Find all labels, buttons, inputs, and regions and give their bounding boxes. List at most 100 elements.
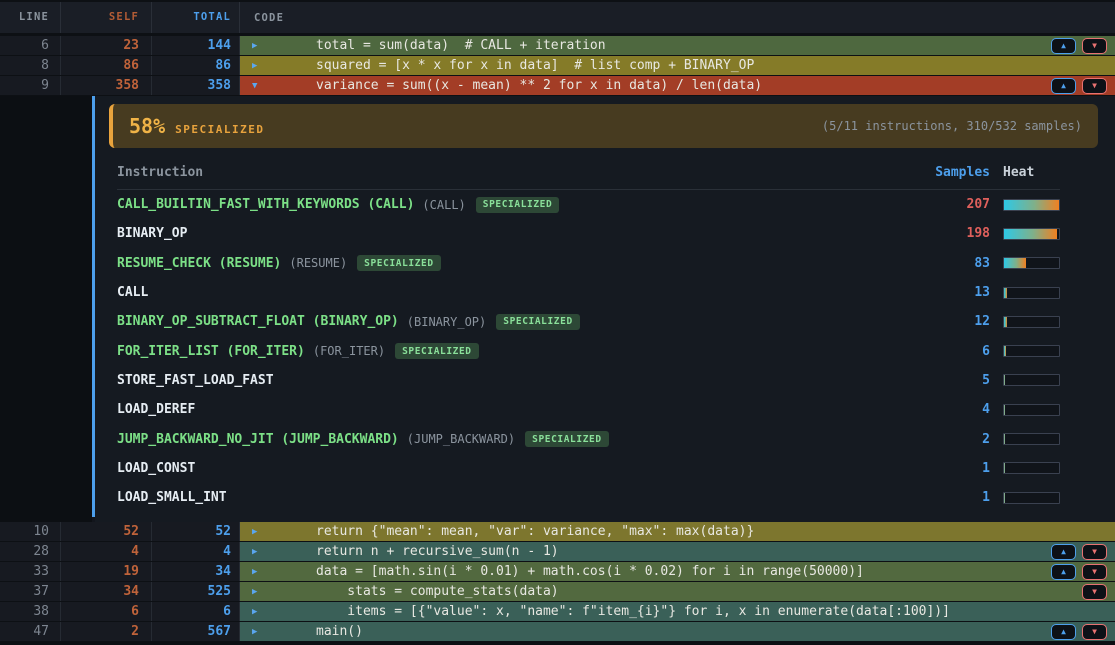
code-text: total = sum(data) # CALL + iteration [316, 38, 606, 53]
heat-bar [1003, 404, 1060, 416]
instruction-name-text: BINARY_OP_SUBTRACT_FLOAT (BINARY_OP) [117, 314, 399, 329]
instruction-name: STORE_FAST_LOAD_FAST [117, 373, 910, 388]
instruction-row[interactable]: FOR_ITER_LIST (FOR_ITER) (FOR_ITER) SPEC… [117, 336, 1060, 365]
samples-count: 207 [910, 197, 990, 212]
instruction-table: Instruction Samples Heat CALL_BUILTIN_FA… [109, 156, 1098, 512]
instruction-row[interactable]: JUMP_BACKWARD_NO_JIT (JUMP_BACKWARD) (JU… [117, 424, 1060, 453]
instruction-name: JUMP_BACKWARD_NO_JIT (JUMP_BACKWARD) (JU… [117, 431, 910, 447]
nav-up-button[interactable]: ▲ [1051, 624, 1076, 640]
specialized-badge: SPECIALIZED [357, 255, 441, 271]
instruction-row[interactable]: BINARY_OP_SUBTRACT_FLOAT (BINARY_OP) (BI… [117, 307, 1060, 336]
code-cell[interactable]: ▶ data = [math.sin(i * 0.01) + math.cos(… [240, 562, 1115, 581]
panel-content: 58% SPECIALIZED (5/11 instructions, 310/… [95, 96, 1115, 522]
specialization-detail: (5/11 instructions, 310/532 samples) [822, 119, 1082, 133]
line-number: 37 [0, 582, 61, 601]
line-column-header: LINE [0, 2, 61, 33]
code-cell[interactable]: ▶ squared = [x * x for x in data] # list… [240, 56, 1115, 75]
code-cell[interactable]: ▶ stats = compute_stats(data) ▼ [240, 582, 1115, 601]
samples-count: 2 [910, 432, 990, 447]
heat-bar [1003, 287, 1060, 299]
code-column-header: CODE [240, 12, 1115, 24]
expander-icon[interactable]: ▶ [252, 607, 266, 617]
total-samples: 567 [152, 622, 240, 641]
specialization-banner: 58% SPECIALIZED (5/11 instructions, 310/… [109, 104, 1098, 148]
code-cell[interactable]: ▶ return n + recursive_sum(n - 1) ▲ ▼ [240, 542, 1115, 561]
heat-bar-fill [1004, 434, 1005, 444]
code-cell[interactable]: ▶ items = [{"value": x, "name": f"item_{… [240, 602, 1115, 621]
heat-bar [1003, 374, 1060, 386]
expander-icon[interactable]: ▶ [252, 527, 266, 537]
self-samples: 358 [61, 76, 152, 95]
instruction-name-text: CALL_BUILTIN_FAST_WITH_KEYWORDS (CALL) [117, 197, 414, 212]
samples-count: 13 [910, 285, 990, 300]
specialized-percent: 58% [129, 114, 165, 138]
instruction-row[interactable]: STORE_FAST_LOAD_FAST 5 [117, 366, 1060, 395]
expanded-panel: 58% SPECIALIZED (5/11 instructions, 310/… [0, 96, 1115, 522]
line-number: 28 [0, 542, 61, 561]
nav-down-button[interactable]: ▼ [1082, 624, 1107, 640]
self-column-header[interactable]: SELF [61, 2, 152, 33]
instruction-name: CALL_BUILTIN_FAST_WITH_KEYWORDS (CALL) (… [117, 197, 910, 213]
expander-icon[interactable]: ▶ [252, 567, 266, 577]
heat-bar [1003, 462, 1060, 474]
instruction-base-name: (CALL) [422, 198, 465, 212]
expander-icon[interactable]: ▶ [252, 587, 266, 597]
instruction-name: RESUME_CHECK (RESUME) (RESUME) SPECIALIZ… [117, 255, 910, 271]
nav-down-button[interactable]: ▼ [1082, 584, 1107, 600]
heat-bar-fill [1004, 375, 1005, 385]
heat-bar-fill [1004, 317, 1007, 327]
self-samples: 86 [61, 56, 152, 75]
code-text: items = [{"value": x, "name": f"item_{i}… [316, 604, 950, 619]
code-cell[interactable]: ▶ total = sum(data) # CALL + iteration ▲… [240, 36, 1115, 55]
total-samples: 525 [152, 582, 240, 601]
total-samples: 52 [152, 522, 240, 541]
instruction-row[interactable]: RESUME_CHECK (RESUME) (RESUME) SPECIALIZ… [117, 249, 1060, 278]
instruction-row[interactable]: LOAD_CONST 1 [117, 454, 1060, 483]
self-samples: 34 [61, 582, 152, 601]
instruction-base-name: (JUMP_BACKWARD) [407, 432, 515, 446]
code-cell[interactable]: ▶ return {"mean": mean, "var": variance,… [240, 522, 1115, 541]
samples-count: 1 [910, 490, 990, 505]
instruction-name-text: LOAD_SMALL_INT [117, 490, 227, 505]
code-line-row: 37 34 525 ▶ stats = compute_stats(data) … [0, 582, 1115, 602]
total-samples: 4 [152, 542, 240, 561]
nav-up-button[interactable]: ▲ [1051, 544, 1076, 560]
instruction-name: FOR_ITER_LIST (FOR_ITER) (FOR_ITER) SPEC… [117, 343, 910, 359]
nav-down-button[interactable]: ▼ [1082, 544, 1107, 560]
expander-icon[interactable]: ▼ [252, 81, 266, 91]
instruction-name: CALL [117, 285, 910, 300]
row-nav-buttons: ▲ ▼ [1051, 544, 1107, 560]
nav-up-button[interactable]: ▲ [1051, 38, 1076, 54]
code-cell[interactable]: ▶ main() ▲ ▼ [240, 622, 1115, 641]
nav-down-button[interactable]: ▼ [1082, 564, 1107, 580]
expander-icon[interactable]: ▶ [252, 41, 266, 51]
heat-bar [1003, 345, 1060, 357]
nav-down-button[interactable]: ▼ [1082, 38, 1107, 54]
expander-icon[interactable]: ▶ [252, 61, 266, 71]
instruction-row[interactable]: BINARY_OP 198 [117, 219, 1060, 248]
total-column-header[interactable]: TOTAL [152, 2, 240, 33]
instruction-name: LOAD_SMALL_INT [117, 490, 910, 505]
heat-bar [1003, 199, 1060, 211]
nav-up-button[interactable]: ▲ [1051, 564, 1076, 580]
nav-down-button[interactable]: ▼ [1082, 78, 1107, 94]
instruction-row[interactable]: LOAD_SMALL_INT 1 [117, 483, 1060, 512]
self-samples: 52 [61, 522, 152, 541]
code-cell[interactable]: ▼ variance = sum((x - mean) ** 2 for x i… [240, 76, 1115, 95]
heat-bar [1003, 316, 1060, 328]
instruction-row[interactable]: CALL 13 [117, 278, 1060, 307]
expander-icon[interactable]: ▶ [252, 627, 266, 637]
samples-column-header[interactable]: Samples [910, 165, 990, 180]
instruction-table-header: Instruction Samples Heat [117, 156, 1060, 190]
instruction-row[interactable]: LOAD_DEREF 4 [117, 395, 1060, 424]
code-line-row: 33 19 34 ▶ data = [math.sin(i * 0.01) + … [0, 562, 1115, 582]
heat-bar [1003, 228, 1060, 240]
heat-bar [1003, 433, 1060, 445]
nav-up-button[interactable]: ▲ [1051, 78, 1076, 94]
row-nav-buttons: ▲ ▼ [1051, 78, 1107, 94]
specialized-badge: SPECIALIZED [525, 431, 609, 447]
expander-icon[interactable]: ▶ [252, 547, 266, 557]
code-line-row: 38 6 6 ▶ items = [{"value": x, "name": f… [0, 602, 1115, 622]
instruction-row[interactable]: CALL_BUILTIN_FAST_WITH_KEYWORDS (CALL) (… [117, 190, 1060, 219]
instruction-column-header: Instruction [117, 165, 910, 180]
